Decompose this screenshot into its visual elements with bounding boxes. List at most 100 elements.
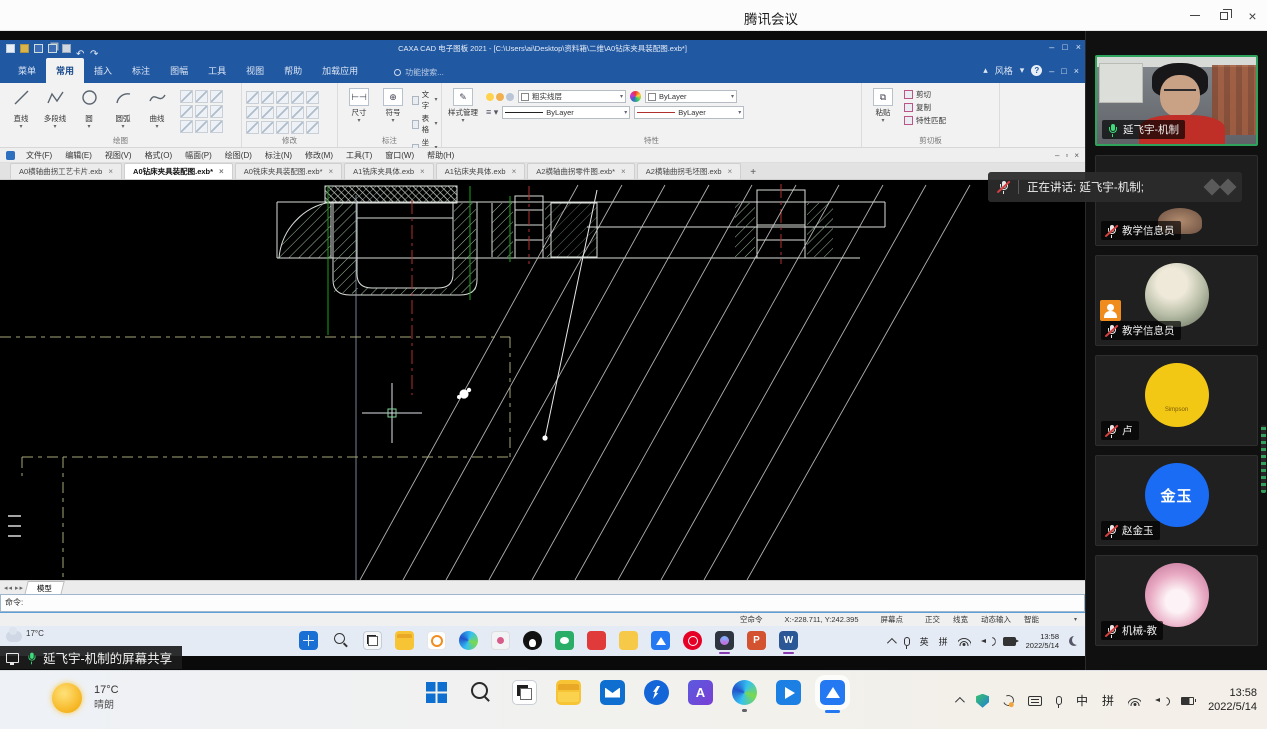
- modify-tool-icon[interactable]: [261, 91, 274, 104]
- chevron-down-icon[interactable]: ▾: [1074, 616, 1077, 623]
- layer-select[interactable]: 粗实线层 ▾: [518, 90, 626, 103]
- menu-item[interactable]: 窗口(W): [385, 150, 414, 161]
- layer-tool-icons[interactable]: [486, 93, 514, 101]
- close-tab-icon[interactable]: ×: [108, 167, 113, 176]
- shared-taskbar-explorer-icon[interactable]: [395, 631, 414, 650]
- participant-tile[interactable]: Simpson卢: [1095, 355, 1258, 446]
- ribbon-tab[interactable]: 插入: [84, 58, 122, 83]
- modify-tool-icon[interactable]: [246, 106, 259, 119]
- menu-item[interactable]: 编辑(E): [65, 150, 92, 161]
- modify-tool-icon[interactable]: [261, 121, 274, 134]
- shared-taskbar-word-icon[interactable]: W: [779, 631, 798, 650]
- style-menu-button[interactable]: 风格: [995, 64, 1013, 77]
- close-tab-icon[interactable]: ×: [329, 167, 334, 176]
- shared-taskbar-qq-icon[interactable]: [523, 631, 542, 650]
- document-tab[interactable]: A0钻床夹具装配图.exb*×: [124, 163, 233, 179]
- linetype-select[interactable]: ByLayer ▾: [502, 106, 630, 119]
- ribbon-tab[interactable]: 图幅: [160, 58, 198, 83]
- ribbon-close-button[interactable]: ×: [1074, 66, 1079, 76]
- doc-restore-button[interactable]: ▫: [1065, 151, 1068, 160]
- chevron-down-icon[interactable]: ▾: [1020, 65, 1025, 76]
- command-line[interactable]: 命令:: [0, 594, 1085, 612]
- help-button[interactable]: ?: [1031, 65, 1042, 76]
- participant-tile[interactable]: 教学信息员: [1095, 255, 1258, 346]
- document-tab[interactable]: A1铣床夹具体.exb×: [344, 163, 434, 179]
- annotate-tool[interactable]: 表格▾: [412, 113, 438, 135]
- ribbon-tab[interactable]: 帮助: [274, 58, 312, 83]
- modify-tool-icon[interactable]: [291, 121, 304, 134]
- shared-tray-language-indicator[interactable]: 拼: [939, 635, 948, 648]
- modify-tool-icon[interactable]: [276, 91, 289, 104]
- participant-tile[interactable]: 金玉赵金玉: [1095, 455, 1258, 546]
- cad-drawing[interactable]: [0, 180, 1085, 580]
- caxa-minimize-button[interactable]: –: [1049, 42, 1054, 52]
- tray-sync-icon[interactable]: [1003, 695, 1014, 706]
- shared-taskbar-powerpoint-icon[interactable]: P: [747, 631, 766, 650]
- menu-item[interactable]: 标注(N): [265, 150, 292, 161]
- tray-language-indicator[interactable]: 中: [1076, 692, 1088, 709]
- menu-item[interactable]: 幅面(P): [185, 150, 212, 161]
- tab-nav-last-icon[interactable]: ▸▸: [15, 584, 24, 592]
- color-select[interactable]: ByLayer ▾: [645, 90, 737, 103]
- draw-tool-icon[interactable]: [195, 90, 208, 103]
- menu-item[interactable]: 文件(F): [26, 150, 52, 161]
- modify-tool-icon[interactable]: [306, 106, 319, 119]
- draw-tool-icon[interactable]: [180, 105, 193, 118]
- draw-tool-icon[interactable]: [210, 90, 223, 103]
- shared-tray-language-indicator[interactable]: 英: [920, 635, 929, 648]
- cad-canvas[interactable]: [0, 180, 1085, 580]
- shared-taskbar-app-dark-icon[interactable]: [715, 631, 734, 650]
- shared-tray-clock[interactable]: 13:582022/5/14: [1026, 632, 1059, 651]
- close-tab-icon[interactable]: ×: [621, 167, 626, 176]
- ribbon-minimize-button[interactable]: –: [1049, 66, 1054, 76]
- modify-tool-icon[interactable]: [276, 106, 289, 119]
- chevron-up-icon[interactable]: ▴: [983, 65, 988, 76]
- shared-taskbar-search-icon[interactable]: [331, 631, 350, 650]
- tray-vol-icon[interactable]: [1155, 696, 1167, 706]
- ribbon-tab[interactable]: 菜单: [8, 58, 46, 83]
- taskbar-explorer-icon[interactable]: [556, 680, 581, 705]
- minimize-button[interactable]: [1180, 0, 1209, 31]
- document-tab[interactable]: A2横轴曲拐毛坯图.exb×: [637, 163, 742, 179]
- menu-item[interactable]: 修改(M): [305, 150, 333, 161]
- paste-button[interactable]: ⧉ 粘贴 ▾: [866, 86, 900, 135]
- document-tab[interactable]: A1钻床夹具体.exb×: [436, 163, 526, 179]
- participant-tile[interactable]: 延飞宇-机制: [1095, 55, 1258, 146]
- function-search[interactable]: 功能搜索...: [394, 67, 444, 78]
- menu-item[interactable]: 工具(T): [346, 150, 372, 161]
- modify-tool-icon[interactable]: [291, 91, 304, 104]
- modify-tool-icon[interactable]: [261, 106, 274, 119]
- shared-taskbar-start-icon[interactable]: [299, 631, 318, 650]
- menu-item[interactable]: 视图(V): [105, 150, 132, 161]
- modify-tool-icon[interactable]: [276, 121, 289, 134]
- menu-item[interactable]: 格式(O): [145, 150, 173, 161]
- status-toggle[interactable]: 智能: [1024, 614, 1039, 625]
- close-tab-icon[interactable]: ×: [219, 167, 224, 176]
- draw-tool[interactable]: 圆▾: [72, 86, 106, 135]
- shared-tray-mic-icon[interactable]: [904, 637, 910, 646]
- shared-taskbar-app-orange-icon[interactable]: [427, 631, 446, 650]
- document-tab[interactable]: A0横轴曲拐工艺卡片.exb×: [10, 163, 122, 179]
- status-point-mode[interactable]: 屏幕点: [880, 614, 903, 625]
- caxa-maximize-button[interactable]: □: [1062, 42, 1067, 52]
- taskbar-arrow-icon[interactable]: [776, 680, 801, 705]
- modify-tool-icon[interactable]: [306, 121, 319, 134]
- draw-tool[interactable]: 多段线▾: [38, 86, 72, 135]
- dimension-tool[interactable]: ⊢⊣尺寸▾: [342, 86, 376, 135]
- lineweight-select[interactable]: ByLayer ▾: [634, 106, 744, 119]
- screen-share-badge[interactable]: 延飞宇-机制的屏幕共享: [0, 646, 182, 669]
- clipboard-tool[interactable]: 特性匹配: [904, 115, 946, 126]
- shared-taskbar-meeting-icon[interactable]: [651, 631, 670, 650]
- modify-tool-icon[interactable]: [291, 106, 304, 119]
- shared-taskbar-app-red-icon[interactable]: [587, 631, 606, 650]
- menu-item[interactable]: 帮助(H): [427, 150, 454, 161]
- clipboard-tool[interactable]: 复制: [904, 102, 946, 113]
- model-tab[interactable]: 模型: [24, 581, 64, 595]
- modify-tool-icon[interactable]: [306, 91, 319, 104]
- tray-wifi-icon[interactable]: [1128, 696, 1141, 706]
- draw-tool[interactable]: 圆弧▾: [106, 86, 140, 135]
- clipboard-tool[interactable]: 剪切: [904, 89, 946, 100]
- shared-taskbar-netease-icon[interactable]: [683, 631, 702, 650]
- taskbar-mail-icon[interactable]: [600, 680, 625, 705]
- draw-tool[interactable]: 曲线▾: [140, 86, 174, 135]
